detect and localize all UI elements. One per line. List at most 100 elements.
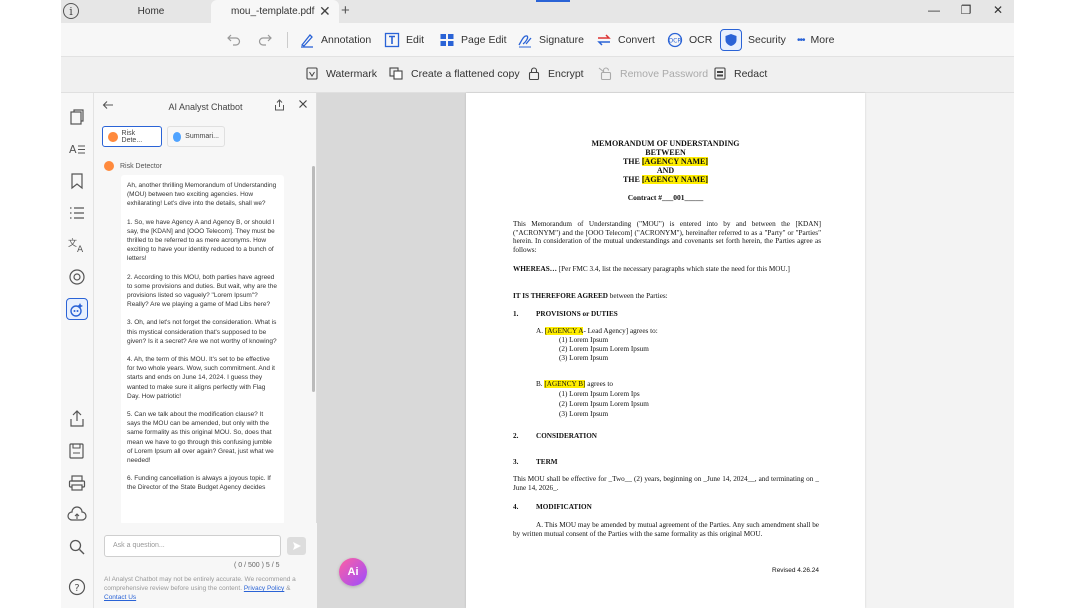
doc-contract: Contract #___001_____ — [627, 193, 704, 202]
chip-risk-detector[interactable]: Risk Dete... — [102, 126, 162, 147]
ocr-rail-icon[interactable] — [67, 267, 87, 287]
message-paragraph: 1. So, we have Agency A and Agency B, or… — [127, 218, 275, 263]
signature-button[interactable]: Signature — [517, 28, 584, 52]
svg-text:A: A — [69, 143, 77, 156]
chat-message: Ah, another thrilling Memorandum of Unde… — [121, 175, 284, 525]
ai-assistant-button[interactable]: Ai — [339, 558, 367, 586]
message-paragraph: 3. Oh, and let's not forget the consider… — [127, 319, 277, 345]
doc-the: THE — [622, 175, 640, 184]
chip-summarizer[interactable]: Summari... — [167, 126, 225, 147]
doc-heading: MEMORANDUM OF UNDERSTANDING — [591, 139, 740, 148]
svg-text:A: A — [77, 245, 84, 255]
clause-b: B. [AGENCY B] agrees to — [536, 380, 613, 389]
doc-party1: THE [AGENCY NAME] — [466, 157, 865, 166]
ai-chat-panel: AI Analyst Chatbot Risk Dete... Summari.… — [94, 93, 317, 608]
message-paragraph: 4. Ah, the term of this MOU. It's set to… — [127, 356, 275, 400]
edit-button[interactable]: Edit — [384, 28, 424, 52]
remove-password-button[interactable]: Remove Password — [598, 67, 708, 80]
help-icon[interactable]: ? — [67, 577, 87, 597]
main-toolbar: Annotation Edit Page Edit Signature Conv… — [61, 23, 1014, 57]
cloud-upload-icon[interactable] — [67, 505, 87, 525]
text-icon[interactable]: A — [67, 139, 87, 159]
chip-summarizer-label: Summari... — [185, 133, 219, 140]
dots-icon: ••• — [797, 34, 805, 46]
convert-label: Convert — [618, 34, 655, 46]
redo-icon[interactable] — [258, 32, 272, 46]
whereas-label: WHEREAS… — [513, 265, 557, 273]
redact-label: Redact — [734, 67, 768, 80]
flatten-label: Create a flattened copy — [411, 67, 520, 80]
close-window-button[interactable]: ✕ — [988, 3, 1008, 17]
contact-us-link[interactable]: Contact Us — [104, 594, 136, 601]
message-paragraph: Ah, another thrilling Memorandum of Unde… — [127, 182, 277, 208]
clause-a-item: (3) Lorem Ipsum — [559, 354, 609, 362]
export-icon[interactable] — [274, 99, 285, 111]
share-icon[interactable] — [67, 409, 87, 429]
encrypt-button[interactable]: Encrypt — [528, 67, 584, 80]
flatten-button[interactable]: Create a flattened copy — [389, 67, 520, 80]
ocr-icon: OCR — [667, 32, 683, 48]
redact-icon — [714, 67, 726, 80]
svg-text:OCR: OCR — [668, 38, 681, 45]
agreed-rest: between the Parties: — [608, 292, 668, 300]
new-tab-icon[interactable]: + — [341, 2, 350, 19]
tab-document-label: mou_-template.pdf — [231, 6, 315, 17]
remove-password-label: Remove Password — [620, 67, 709, 80]
clause-a-item: (1) Lorem Ipsum — [559, 336, 609, 344]
sender-name: Risk Detector — [120, 162, 163, 170]
more-button[interactable]: ••• More — [797, 28, 834, 52]
tab-home-label: Home — [137, 6, 165, 17]
privacy-policy-link[interactable]: Privacy Policy — [244, 585, 284, 592]
outline-icon[interactable] — [67, 203, 87, 223]
print-icon[interactable] — [67, 473, 87, 493]
edit-label: Edit — [406, 34, 425, 46]
message-paragraph: 5. Can we talk about the modification cl… — [127, 411, 274, 465]
section-2-number: 2. — [513, 432, 519, 440]
ocr-label: OCR — [689, 34, 713, 46]
section-3-title: TERM — [536, 458, 558, 466]
usage-counter: ( 0 / 500 ) 5 / 5 — [234, 562, 280, 569]
annotation-button[interactable]: Annotation — [299, 28, 371, 52]
pages-icon[interactable] — [67, 107, 87, 127]
chat-scrollbar[interactable] — [312, 166, 315, 392]
redact-button[interactable]: Redact — [714, 67, 767, 80]
watermark-label: Watermark — [326, 67, 377, 80]
page-edit-button[interactable]: Page Edit — [439, 28, 507, 52]
tab-close-icon[interactable]: ✕ — [319, 3, 331, 20]
close-icon[interactable] — [297, 98, 309, 110]
question-input[interactable]: Ask a question... — [104, 535, 281, 557]
modification-text: A. This MOU may be amended by mutual agr… — [513, 521, 819, 538]
doc-intro: This Memorandum of Understanding ("MOU")… — [513, 220, 821, 254]
doc-whereas: WHEREAS… [Per FMC 3.4, list the necessar… — [513, 265, 823, 274]
bookmark-icon[interactable] — [67, 171, 87, 191]
encrypt-label: Encrypt — [548, 67, 584, 80]
signature-label: Signature — [539, 34, 584, 46]
search-icon[interactable] — [67, 537, 87, 557]
undo-icon[interactable] — [227, 32, 241, 46]
convert-button[interactable]: Convert — [596, 28, 655, 52]
clause-b-rest: agrees to — [585, 380, 613, 388]
doc-between: BETWEEN — [645, 148, 686, 157]
save-as-icon[interactable] — [67, 441, 87, 461]
tab-home[interactable]: Home — [61, 0, 211, 23]
send-button[interactable] — [287, 537, 306, 555]
flatten-icon — [389, 67, 403, 80]
security-button[interactable]: Security — [720, 28, 786, 52]
agency-name-highlight: [AGENCY NAME] — [641, 157, 709, 166]
ocr-button[interactable]: OCR OCR — [667, 28, 712, 52]
minimize-button[interactable]: — — [924, 3, 944, 17]
chat-header: AI Analyst Chatbot — [94, 93, 317, 121]
viewer-right-margin — [865, 93, 1014, 608]
clause-a-prefix: A. — [536, 327, 545, 335]
agency-a-highlight: [AGENCY A — [544, 327, 584, 335]
restore-button[interactable]: ❐ — [956, 3, 976, 17]
pdf-page[interactable]: MEMORANDUM OF UNDERSTANDING BETWEEN THE … — [466, 93, 865, 608]
disclaimer: AI Analyst Chatbot may not be entirely a… — [104, 575, 310, 602]
translate-icon[interactable]: 文A — [67, 235, 87, 255]
send-icon — [292, 542, 301, 550]
ai-chatbot-icon[interactable] — [66, 298, 88, 320]
watermark-button[interactable]: Watermark — [306, 67, 377, 80]
signature-icon — [518, 35, 532, 48]
summary-face-icon — [173, 131, 182, 142]
app-window: i Home mou_-template.pdf ✕ + — ❐ ✕ Annot… — [61, 0, 1014, 608]
